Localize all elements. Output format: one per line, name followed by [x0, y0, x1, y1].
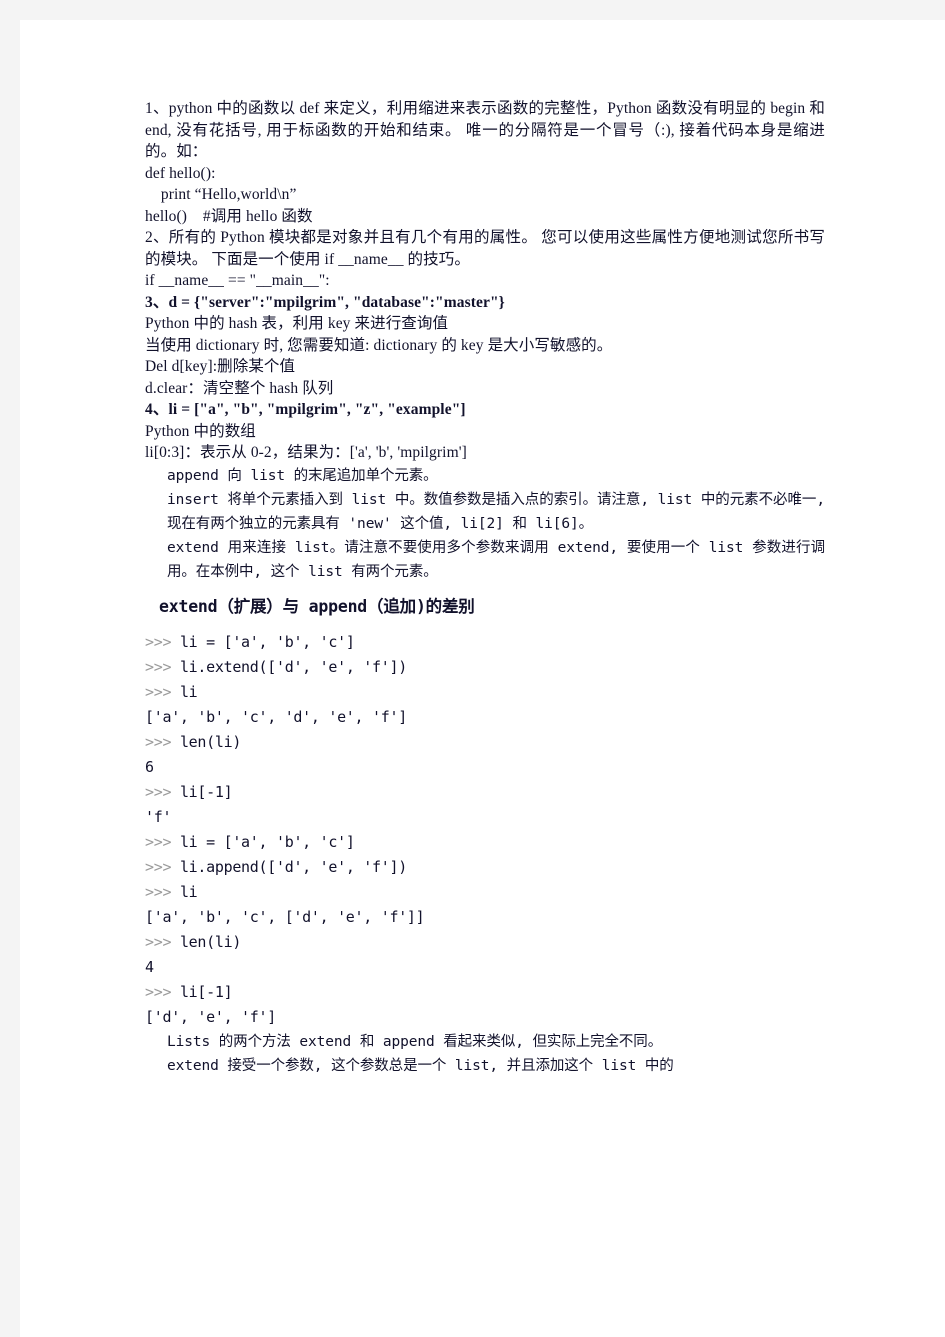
repl-code: ['d', 'e', 'f']: [145, 1007, 276, 1026]
paragraph-item-1: 1、python 中的函数以 def 来定义，利用缩进来表示函数的完整性，Pyt…: [145, 100, 825, 160]
code-line: ['a', 'b', 'c', 'd', 'e', 'f']: [145, 705, 825, 730]
paragraph-li-slice: li[0:3]：表示从 0-2，结果为：['a', 'b', 'mpilgrim…: [145, 444, 467, 461]
repl-code: li = ['a', 'b', 'c']: [179, 832, 355, 851]
code-line: >>> li: [145, 680, 825, 705]
repl-code: len(li): [179, 732, 242, 751]
repl-code: len(li): [179, 932, 242, 951]
repl-code: li.append(['d', 'e', 'f']): [179, 857, 407, 876]
code-line: ['d', 'e', 'f']: [145, 1005, 825, 1030]
repl-code: 'f': [145, 807, 172, 826]
code-line: >>> li[-1]: [145, 980, 825, 1005]
closing-note-2: extend 接受一个参数, 这个参数总是一个 list, 并且添加这个 lis…: [167, 1057, 674, 1074]
code-line: 4: [145, 955, 825, 980]
repl-code: li[-1]: [179, 782, 233, 801]
repl-prompt: >>>: [145, 632, 180, 651]
code-line-call-hello: hello() #调用 hello 函数: [145, 207, 313, 225]
note-insert: insert 将单个元素插入到 list 中。数值参数是插入点的索引。请注意, …: [167, 491, 825, 532]
repl-prompt: >>>: [145, 732, 180, 751]
code-line: >>> li.append(['d', 'e', 'f']): [145, 855, 825, 880]
closing-note-1: Lists 的两个方法 extend 和 append 看起来类似, 但实际上完…: [167, 1033, 663, 1050]
code-line: >>> li = ['a', 'b', 'c']: [145, 830, 825, 855]
repl-code: li: [179, 682, 198, 701]
repl-code: li = ['a', 'b', 'c']: [179, 632, 355, 651]
repl-code: 4: [145, 957, 154, 976]
repl-code: li: [179, 882, 198, 901]
repl-prompt: >>>: [145, 857, 180, 876]
paragraph-item-2: 2、所有的 Python 模块都是对象并且有几个有用的属性。 您可以使用这些属性…: [145, 229, 825, 268]
document-content: 1、python 中的函数以 def 来定义，利用缩进来表示函数的完整性，Pyt…: [145, 98, 825, 1078]
repl-prompt: >>>: [145, 682, 180, 701]
paragraph-hash-table: Python 中的 hash 表，利用 key 来进行查询值: [145, 315, 449, 332]
section-heading-extend-vs-append: extend（扩展）与 append（追加)的差别: [159, 596, 475, 616]
code-line: ['a', 'b', 'c', ['d', 'e', 'f']]: [145, 905, 825, 930]
repl-prompt: >>>: [145, 657, 180, 676]
code-line: 'f': [145, 805, 825, 830]
repl-code: li[-1]: [179, 982, 233, 1001]
note-append: append 向 list 的末尾追加单个元素。: [167, 467, 438, 484]
paragraph-d-clear: d.clear：清空整个 hash 队列: [145, 379, 334, 397]
code-line: >>> li: [145, 880, 825, 905]
paragraph-dict-case-sensitive: 当使用 dictionary 时, 您需要知道: dictionary 的 ke…: [145, 336, 613, 354]
scan-gutter-top: [0, 0, 945, 20]
repl-code: li.extend(['d', 'e', 'f']): [179, 657, 407, 676]
python-session-codeblock: >>> li = ['a', 'b', 'c'] >>> li.extend(['…: [145, 626, 825, 1030]
code-line-def-hello: def hello():: [145, 164, 216, 182]
paragraph-python-array: Python 中的数组: [145, 422, 256, 440]
repl-code: ['a', 'b', 'c', ['d', 'e', 'f']]: [145, 907, 425, 926]
note-extend: extend 用来连接 list。请注意不要使用多个参数来调用 extend, …: [167, 539, 825, 580]
code-line: >>> len(li): [145, 930, 825, 955]
document-page: 1、python 中的函数以 def 来定义，利用缩进来表示函数的完整性，Pyt…: [20, 20, 945, 1337]
repl-prompt: >>>: [145, 932, 180, 951]
repl-code: 6: [145, 757, 154, 776]
repl-prompt: >>>: [145, 832, 180, 851]
paragraph-item-4: 4、li = ["a", "b", "mpilgrim", "z", "exam…: [145, 401, 466, 418]
paragraph-item-3: 3、d = {"server":"mpilgrim", "database":"…: [145, 293, 505, 311]
paragraph-del-dkey: Del d[key]:删除某个值: [145, 358, 296, 375]
code-line-print-hello: print “Hello,world\n”: [145, 186, 297, 203]
code-line: >>> len(li): [145, 730, 825, 755]
scan-gutter-left: [0, 0, 20, 1337]
code-line-if-name-main: if __name__ == "__main__":: [145, 272, 330, 289]
repl-prompt: >>>: [145, 882, 180, 901]
code-line: 6: [145, 755, 825, 780]
code-line: >>> li.extend(['d', 'e', 'f']): [145, 655, 825, 680]
repl-prompt: >>>: [145, 782, 180, 801]
code-line: >>> li[-1]: [145, 780, 825, 805]
repl-prompt: >>>: [145, 982, 180, 1001]
repl-code: ['a', 'b', 'c', 'd', 'e', 'f']: [145, 707, 407, 726]
code-line: >>> li = ['a', 'b', 'c']: [145, 630, 825, 655]
